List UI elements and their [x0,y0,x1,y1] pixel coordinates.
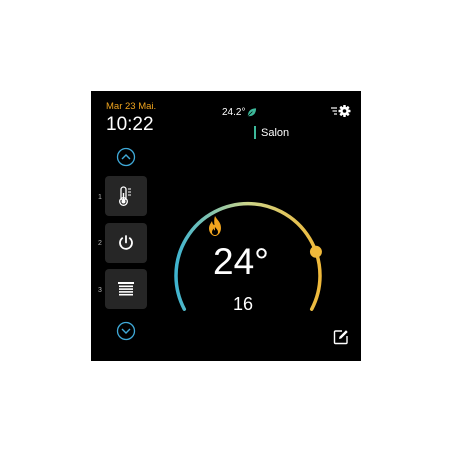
thermostat-screen: Mar 23 Mai. 10:22 24.2° Salon 1 2 3 24° … [91,91,361,361]
setpoint-temperature: 24° [213,241,269,282]
date-label: Mar 23 Mai. [106,101,157,112]
mode-number-2: 2 [98,240,102,247]
mode-button-shutter[interactable] [105,269,147,309]
dial-knob-handle[interactable] [309,245,322,258]
room-name: Salon [261,126,290,139]
mode-number-3: 3 [98,287,102,294]
edit-icon[interactable] [333,329,349,345]
mode-button-thermometer[interactable] [105,176,147,216]
mode-number-1: 1 [98,194,102,201]
room-indicator-bar [254,126,256,139]
room-selector[interactable]: Salon [254,126,289,139]
current-temperature: 16 [232,294,254,314]
chevron-up-icon[interactable] [116,147,136,167]
power-icon [119,235,133,250]
thermometer-icon [119,186,131,206]
mode-button-power[interactable] [105,223,147,263]
flame-icon [209,216,221,236]
shutter-icon [118,282,134,296]
time-label: 10:22 [106,114,154,135]
outside-temperature-value: 24.2° [222,107,246,118]
chevron-down-icon[interactable] [116,321,136,341]
settings-gear-icon[interactable] [331,104,351,118]
leaf-icon [248,108,257,117]
outside-temperature: 24.2° [222,107,257,118]
